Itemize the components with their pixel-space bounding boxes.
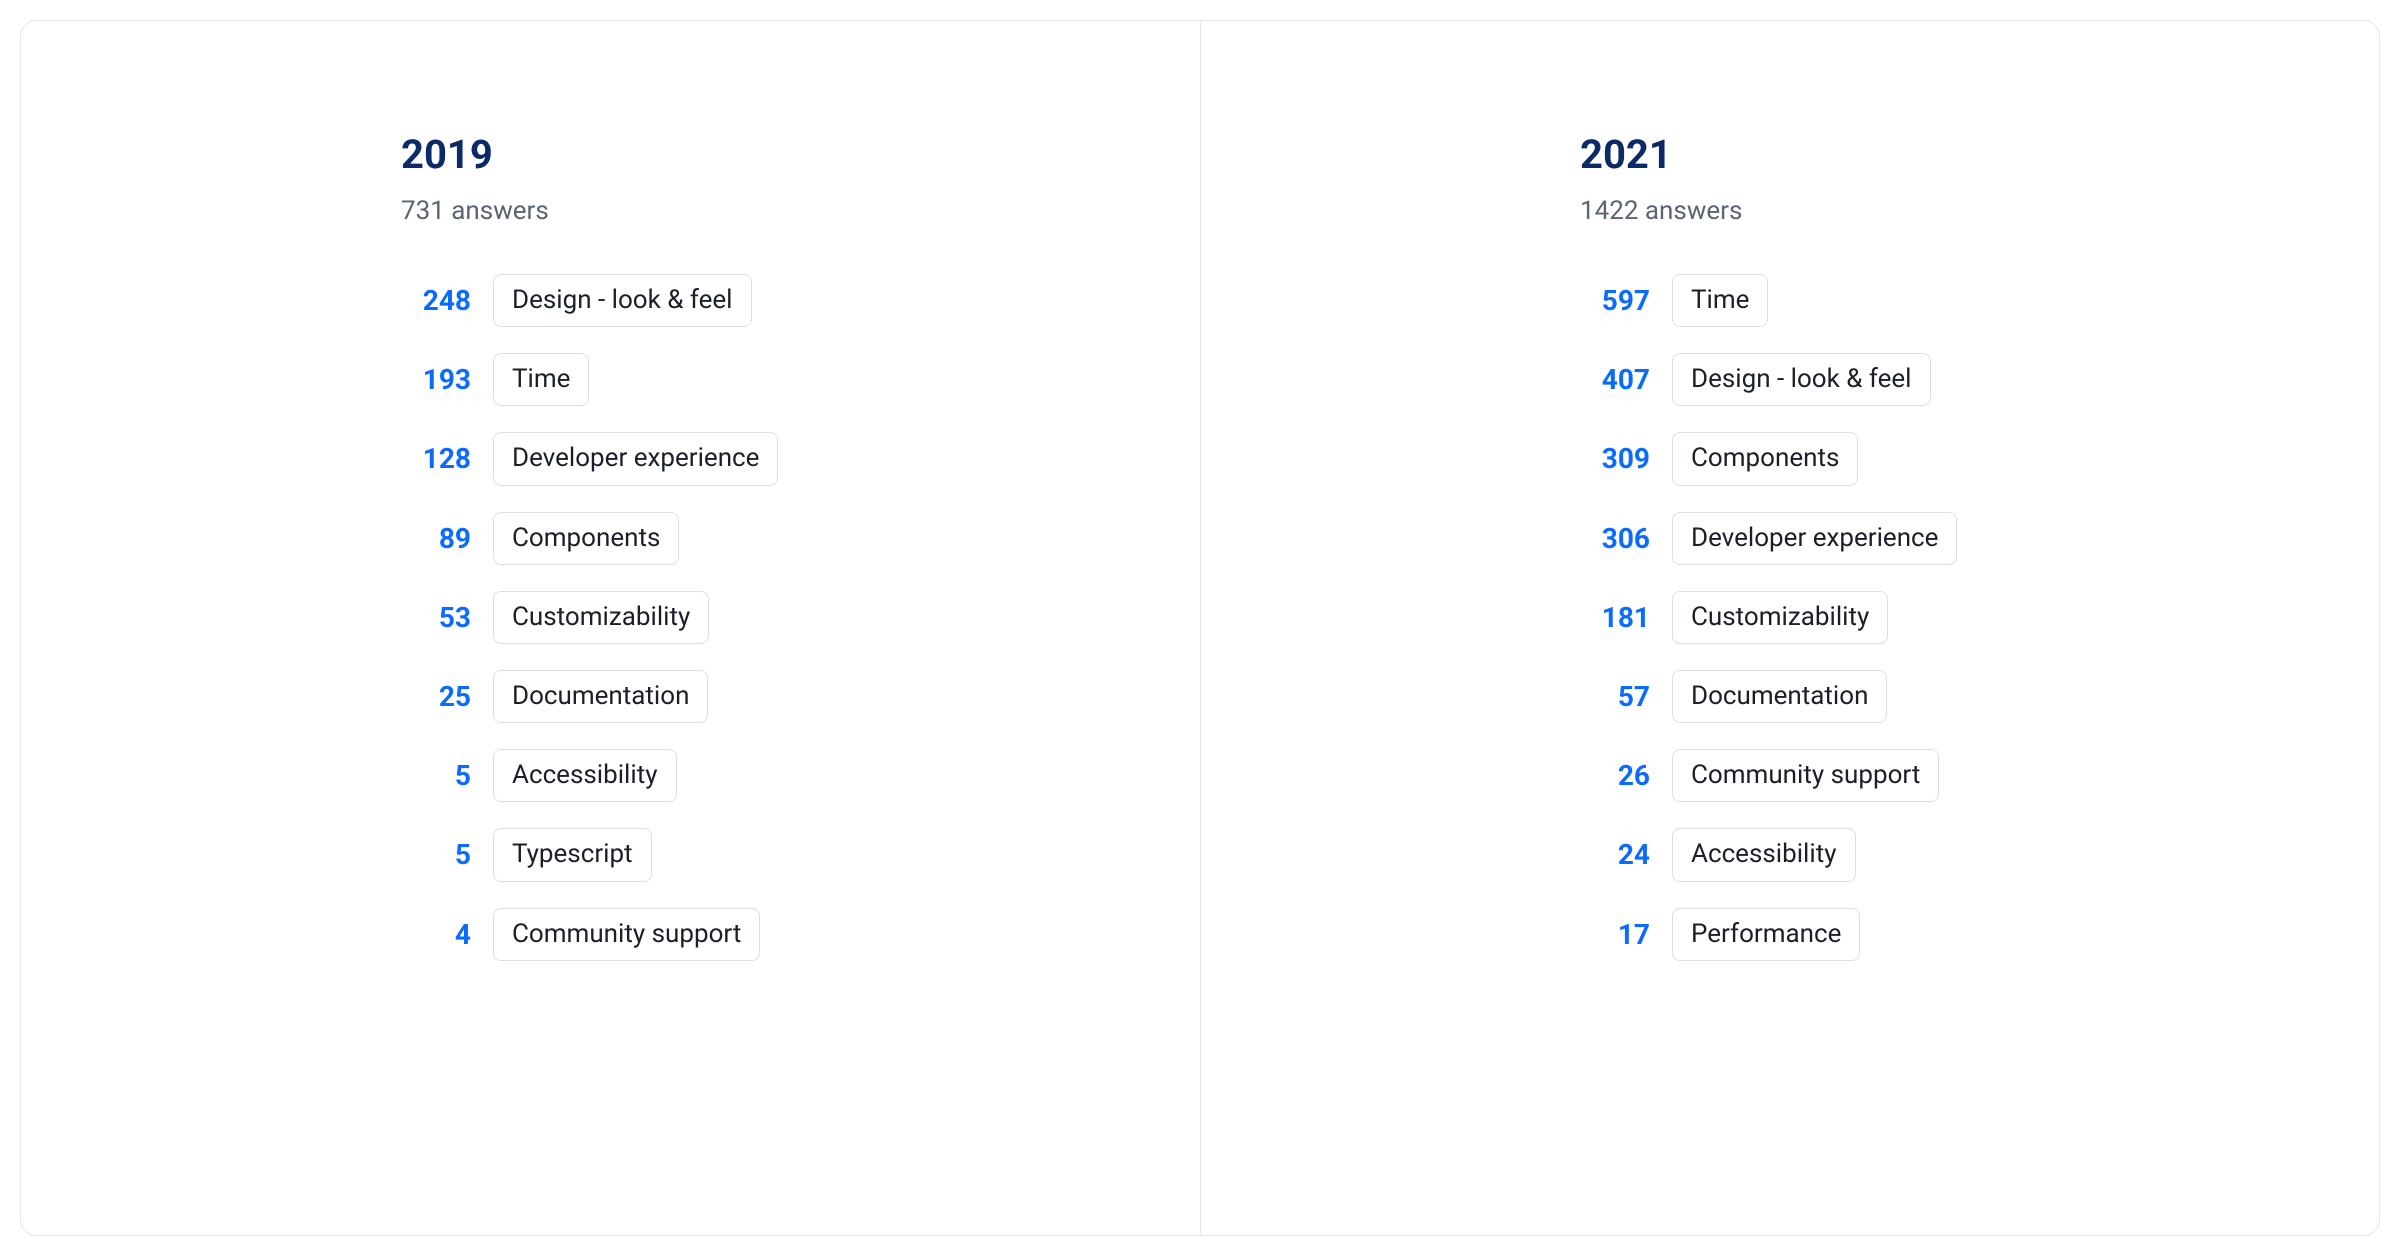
- item-count: 4: [401, 918, 471, 951]
- list-item: 597 Time: [1580, 274, 2379, 327]
- item-label: Design - look & feel: [1672, 353, 1931, 406]
- vertical-divider: [1200, 21, 1201, 1235]
- list-item: 407 Design - look & feel: [1580, 353, 2379, 406]
- year-title: 2019: [401, 131, 1200, 178]
- item-label: Design - look & feel: [493, 274, 752, 327]
- year-title: 2021: [1580, 131, 2379, 178]
- item-count: 181: [1580, 601, 1650, 634]
- comparison-card: 2019 731 answers 248 Design - look & fee…: [20, 20, 2380, 1236]
- list-item: 57 Documentation: [1580, 670, 2379, 723]
- list-item: 25 Documentation: [401, 670, 1200, 723]
- item-count: 24: [1580, 838, 1650, 871]
- item-count: 407: [1580, 363, 1650, 396]
- item-count: 57: [1580, 680, 1650, 713]
- item-label: Accessibility: [1672, 828, 1856, 881]
- item-label: Developer experience: [493, 432, 778, 485]
- item-label: Components: [1672, 432, 1858, 485]
- item-count: 89: [401, 522, 471, 555]
- item-label: Time: [493, 353, 589, 406]
- list-item: 4 Community support: [401, 908, 1200, 961]
- answers-subtitle: 1422 answers: [1580, 196, 2379, 226]
- panel-2021: 2021 1422 answers 597 Time 407 Design - …: [1200, 21, 2379, 1235]
- item-count: 128: [401, 442, 471, 475]
- item-count: 53: [401, 601, 471, 634]
- list-item: 128 Developer experience: [401, 432, 1200, 485]
- item-count: 193: [401, 363, 471, 396]
- item-count: 17: [1580, 918, 1650, 951]
- list-item: 309 Components: [1580, 432, 2379, 485]
- item-count: 5: [401, 838, 471, 871]
- answers-subtitle: 731 answers: [401, 196, 1200, 226]
- list-item: 181 Customizability: [1580, 591, 2379, 644]
- item-label: Performance: [1672, 908, 1860, 961]
- item-count: 25: [401, 680, 471, 713]
- item-label: Documentation: [1672, 670, 1887, 723]
- list-item: 53 Customizability: [401, 591, 1200, 644]
- item-label: Developer experience: [1672, 512, 1957, 565]
- item-count: 306: [1580, 522, 1650, 555]
- list-item: 248 Design - look & feel: [401, 274, 1200, 327]
- item-count: 248: [401, 284, 471, 317]
- list-item: 5 Accessibility: [401, 749, 1200, 802]
- item-label: Customizability: [1672, 591, 1888, 644]
- item-label: Community support: [493, 908, 760, 961]
- list-item: 306 Developer experience: [1580, 512, 2379, 565]
- list-item: 193 Time: [401, 353, 1200, 406]
- list-item: 89 Components: [401, 512, 1200, 565]
- panel-2019: 2019 731 answers 248 Design - look & fee…: [21, 21, 1200, 1235]
- item-label: Typescript: [493, 828, 652, 881]
- list-item: 24 Accessibility: [1580, 828, 2379, 881]
- item-count: 309: [1580, 442, 1650, 475]
- list-item: 5 Typescript: [401, 828, 1200, 881]
- item-label: Components: [493, 512, 679, 565]
- item-label: Accessibility: [493, 749, 677, 802]
- list-item: 26 Community support: [1580, 749, 2379, 802]
- item-count: 597: [1580, 284, 1650, 317]
- item-count: 26: [1580, 759, 1650, 792]
- item-label: Community support: [1672, 749, 1939, 802]
- list-item: 17 Performance: [1580, 908, 2379, 961]
- item-label: Time: [1672, 274, 1768, 327]
- item-label: Documentation: [493, 670, 708, 723]
- item-label: Customizability: [493, 591, 709, 644]
- item-count: 5: [401, 759, 471, 792]
